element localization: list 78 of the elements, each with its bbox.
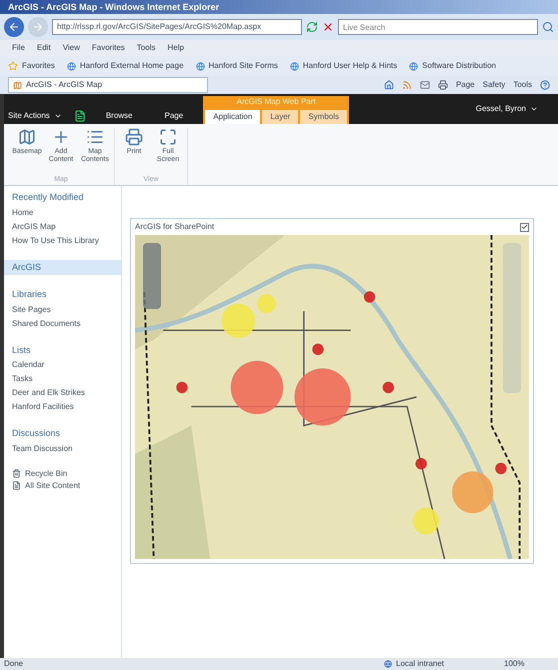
ribbon-tab[interactable]: Page: [152, 108, 196, 124]
star-icon: [8, 61, 18, 71]
nav-item[interactable]: Shared Documents: [4, 316, 121, 330]
search-icon[interactable]: [542, 21, 554, 33]
nav-heading[interactable]: Lists: [4, 342, 121, 358]
add-icon: [52, 128, 70, 146]
nav-item[interactable]: Home: [4, 206, 121, 220]
edit-icon[interactable]: [74, 110, 86, 122]
menu-item[interactable]: Favorites: [92, 42, 125, 54]
nav-heading[interactable]: ArcGIS: [4, 260, 121, 275]
refresh-icon[interactable]: [306, 21, 318, 33]
stop-icon[interactable]: [322, 21, 334, 33]
contents-icon: [86, 128, 104, 146]
ribbon-tab[interactable]: Browse: [94, 108, 144, 124]
back-arrow-icon: [8, 21, 20, 33]
web-part-checkbox[interactable]: [520, 222, 529, 232]
globe-icon: [196, 62, 205, 70]
globe-icon: [66, 62, 76, 70]
address-field[interactable]: http://rlssp.rl.gov/ArcGIS/SitePages/ArcGIS%20Map.aspx: [52, 19, 302, 35]
nav-heading[interactable]: Recently Modified: [4, 190, 121, 206]
document-icon: [12, 481, 21, 490]
user-menu[interactable]: Gessel, Byron: [476, 103, 554, 115]
zoom-level[interactable]: 100%: [504, 658, 554, 670]
nav-item[interactable]: Site Pages: [4, 302, 121, 316]
favorite-link[interactable]: Hanford Site Forms: [196, 60, 278, 72]
forward-arrow-icon: [32, 21, 44, 33]
globe-icon: [409, 62, 418, 70]
feed-icon[interactable]: [402, 80, 412, 90]
search-field[interactable]: Live Search: [338, 19, 538, 35]
map-toolbar: [143, 243, 161, 309]
menu-item[interactable]: File: [12, 42, 25, 54]
web-part-title: ArcGIS for SharePoint: [135, 221, 216, 233]
command-menu[interactable]: Tools: [513, 79, 532, 91]
favorite-link[interactable]: Hanford User Help & Hints: [290, 60, 398, 72]
menu-item[interactable]: Tools: [136, 42, 156, 54]
nav-item[interactable]: ArcGIS Map: [4, 220, 121, 234]
nav-item[interactable]: Calendar: [4, 358, 121, 372]
status-text: Done: [4, 658, 24, 670]
menu-item[interactable]: View: [62, 42, 80, 54]
check-icon: [521, 223, 528, 231]
window-title: ArcGIS - ArcGIS Map - Windows Internet Explorer: [0, 0, 558, 14]
favorite-link[interactable]: Hanford External Home page: [66, 60, 184, 72]
caret-icon: [54, 112, 62, 120]
nav-item[interactable]: Tasks: [4, 372, 121, 386]
nav-item[interactable]: How To Use This Library: [4, 234, 121, 248]
trash-icon: [12, 469, 21, 478]
help-icon[interactable]: [540, 80, 550, 90]
caret-icon: [530, 105, 538, 113]
nav-item[interactable]: All Site Content: [4, 480, 121, 492]
print-icon[interactable]: [438, 80, 448, 90]
command-menu[interactable]: Safety: [482, 79, 506, 91]
favorite-link[interactable]: Software Distribution: [409, 60, 496, 72]
back-button[interactable]: [4, 17, 24, 37]
nav-item[interactable]: Recycle Bin: [4, 468, 121, 480]
map-icon: [13, 80, 22, 90]
home-icon[interactable]: [384, 80, 394, 90]
mail-icon[interactable]: [420, 80, 430, 90]
browser-tab[interactable]: ArcGIS - ArcGIS Map: [8, 77, 208, 93]
nav-item[interactable]: Hanford Facilities: [4, 400, 121, 414]
globe-icon: [384, 660, 392, 668]
nav-item[interactable]: Team Discussion: [4, 442, 121, 456]
security-zone: Local intranet: [384, 658, 504, 670]
globe-icon: [290, 62, 299, 70]
menu-item[interactable]: Help: [167, 42, 184, 54]
menu-item[interactable]: Edit: [36, 42, 51, 54]
print-icon: [125, 128, 143, 146]
context-group-label: ArcGIS Map Web Part: [203, 96, 350, 108]
fullscreen-icon: [159, 128, 177, 146]
ribbon-tab[interactable]: Application: [205, 110, 260, 124]
ribbon-tab[interactable]: Layer: [262, 110, 298, 124]
command-menu[interactable]: Page: [456, 79, 475, 91]
ribbon-tab[interactable]: Symbols: [300, 110, 348, 124]
favorites-button[interactable]: Favorites: [8, 60, 55, 72]
basemap-icon: [18, 128, 36, 146]
site-actions-menu[interactable]: Site Actions: [8, 108, 62, 124]
nav-heading[interactable]: Discussions: [4, 426, 121, 442]
nav-item[interactable]: Deer and Elk Strikes: [4, 386, 121, 400]
nav-heading[interactable]: Libraries: [4, 287, 121, 302]
